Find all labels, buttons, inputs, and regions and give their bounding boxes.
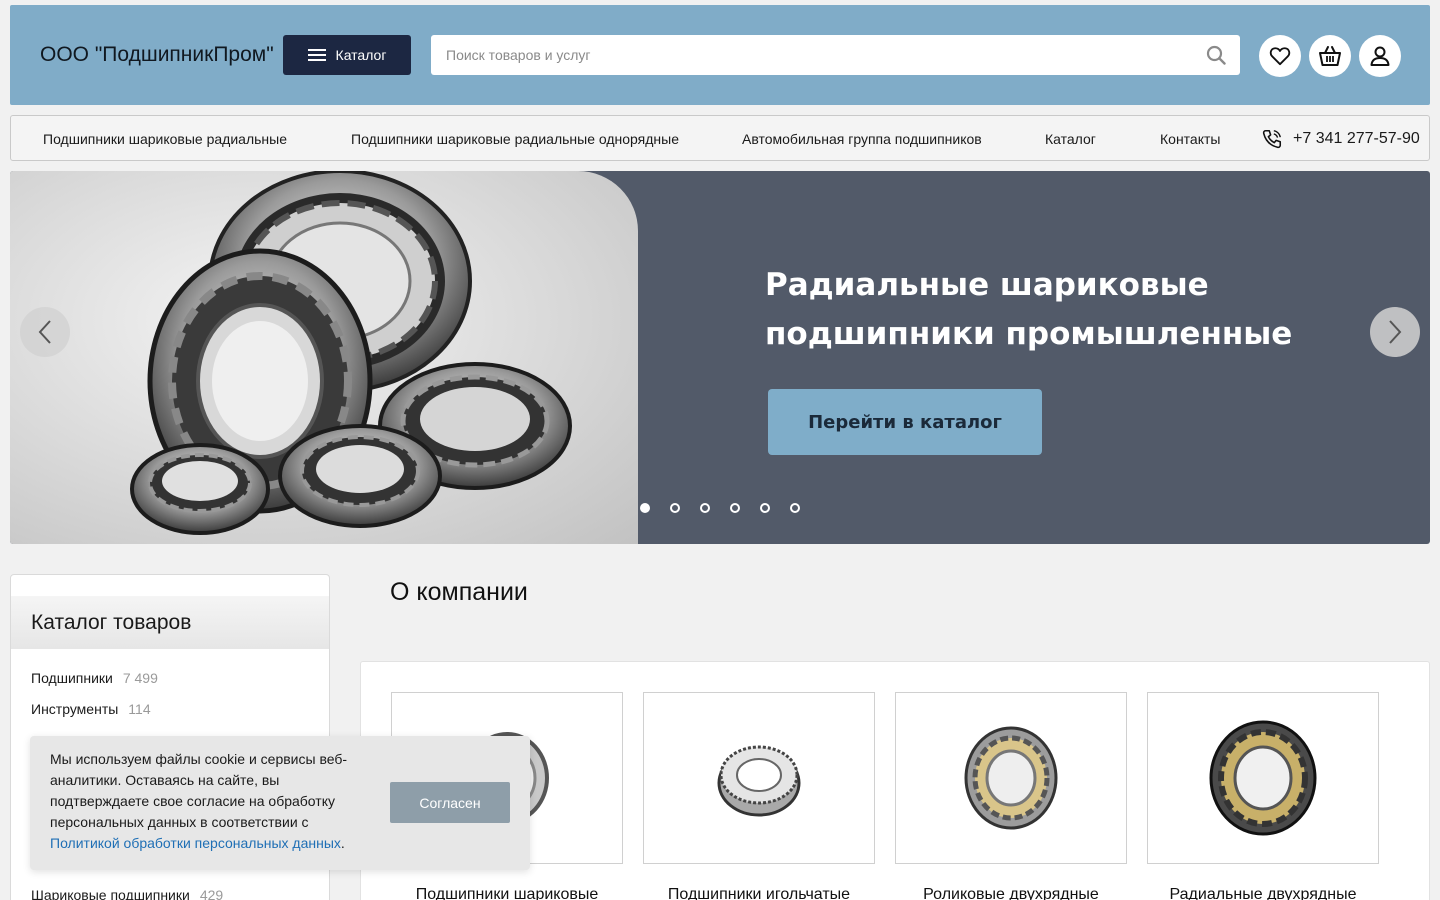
- product-image: [964, 726, 1058, 830]
- phone-icon: [1262, 129, 1282, 149]
- cookie-text: Мы используем файлы cookie и сервисы веб…: [50, 749, 370, 854]
- cookie-text-end: .: [340, 835, 345, 851]
- sidebar-item-label: Шариковые подшипники: [31, 887, 190, 900]
- nav-item-contacts[interactable]: Контакты: [1160, 131, 1220, 147]
- slider-dot[interactable]: [640, 503, 650, 513]
- product-image: [1209, 720, 1317, 836]
- sidebar-item-count: 7 499: [122, 670, 158, 686]
- sidebar-header: Каталог товаров: [11, 596, 329, 649]
- about-title: О компании: [390, 578, 528, 606]
- privacy-policy-link[interactable]: Политикой обработки персональных данных: [50, 835, 341, 851]
- catalog-button-label: Каталог: [335, 47, 387, 63]
- product-card[interactable]: [643, 692, 875, 864]
- sidebar-item-ball-bearings[interactable]: Шариковые подшипники 429: [31, 887, 223, 900]
- search-input[interactable]: [431, 35, 1171, 75]
- basket-icon: [1319, 46, 1341, 66]
- product-image: [717, 745, 801, 817]
- sidebar-item-count: 114: [128, 701, 151, 717]
- slider-dot[interactable]: [730, 503, 740, 513]
- phone-link[interactable]: +7 341 277-57-90: [1261, 128, 1420, 150]
- product-title[interactable]: Подшипники игольчатые: [643, 886, 875, 900]
- product-card[interactable]: [1147, 692, 1379, 864]
- search-icon[interactable]: [1206, 45, 1226, 65]
- nav-item-ball-radial[interactable]: Подшипники шариковые радиальные: [43, 131, 287, 147]
- slide-title-line-1: Радиальные шариковые: [765, 267, 1209, 303]
- sidebar-item-count: 429: [199, 887, 224, 900]
- account-button[interactable]: [1359, 35, 1401, 77]
- search-box: [431, 35, 1240, 75]
- cart-button[interactable]: [1309, 35, 1351, 77]
- catalog-button[interactable]: Каталог: [283, 35, 411, 75]
- cookie-message: Мы используем файлы cookie и сервисы веб…: [50, 751, 348, 830]
- sidebar-item-label: Подшипники: [31, 670, 113, 686]
- hero-slider: Радиальные шариковые подшипники промышле…: [10, 171, 1430, 544]
- site-header: ООО "ПодшипникПром" Каталог: [10, 5, 1430, 105]
- nav-item-ball-radial-single-row[interactable]: Подшипники шариковые радиальные однорядн…: [351, 131, 679, 147]
- menu-icon: [307, 49, 326, 61]
- phone-number: +7 341 277-57-90: [1293, 130, 1420, 147]
- product-title[interactable]: Роликовые двухрядные: [895, 886, 1127, 900]
- slide-title-line-2: подшипники промышленные: [765, 316, 1293, 352]
- slider-dot[interactable]: [760, 503, 770, 513]
- bearings-image: [10, 171, 638, 544]
- slider-dots: [640, 503, 800, 513]
- cookie-accept-button[interactable]: Согласен: [390, 782, 510, 823]
- user-icon: [1370, 46, 1390, 66]
- product-title[interactable]: Подшипники шариковые: [391, 886, 623, 900]
- slider-next-button[interactable]: [1370, 307, 1420, 357]
- slider-dot[interactable]: [670, 503, 680, 513]
- slider-prev-button[interactable]: [20, 307, 70, 357]
- nav-item-catalog[interactable]: Каталог: [1045, 131, 1096, 147]
- sidebar-item-label: Инструменты: [31, 701, 119, 717]
- sidebar-item-bearings[interactable]: Подшипники 7 499: [31, 670, 158, 686]
- nav-item-automotive[interactable]: Автомобильная группа подшипников: [742, 131, 982, 147]
- slider-dot[interactable]: [700, 503, 710, 513]
- main-nav: Подшипники шариковые радиальные Подшипни…: [10, 115, 1430, 161]
- company-name[interactable]: ООО "ПодшипникПром": [40, 43, 274, 67]
- cookie-banner: Мы используем файлы cookie и сервисы веб…: [30, 736, 530, 870]
- heart-icon: [1269, 47, 1291, 66]
- chevron-left-icon: [38, 320, 51, 344]
- product-card[interactable]: [895, 692, 1127, 864]
- slider-dot[interactable]: [790, 503, 800, 513]
- sidebar-item-tools[interactable]: Инструменты 114: [31, 701, 151, 717]
- sidebar-title: Каталог товаров: [31, 611, 192, 634]
- chevron-right-icon: [1389, 320, 1402, 344]
- favorites-button[interactable]: [1259, 35, 1301, 77]
- product-title[interactable]: Радиальные двухрядные: [1147, 886, 1379, 900]
- slide-title: Радиальные шариковые подшипники промышле…: [765, 261, 1325, 359]
- go-to-catalog-button[interactable]: Перейти в каталог: [768, 389, 1042, 455]
